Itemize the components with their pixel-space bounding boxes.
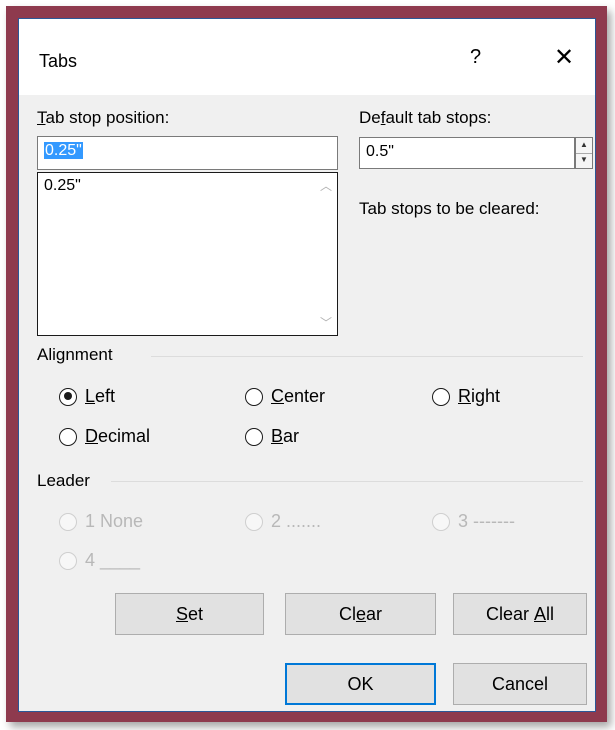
- scroll-up-icon[interactable]: ︿: [320, 177, 332, 194]
- scroll-down-icon[interactable]: ﹀: [320, 314, 332, 331]
- radio-checked-icon: [59, 387, 77, 406]
- tabs-dialog: Tabs ? ✕ Tab stop position: 0.25" 0.25" …: [18, 18, 596, 712]
- tab-stops-to-be-cleared-label: Tab stops to be cleared:: [359, 199, 540, 218]
- clear-all-button[interactable]: Clear All: [453, 593, 587, 635]
- alignment-right-radio[interactable]: Right: [432, 386, 500, 407]
- list-item[interactable]: 0.25": [44, 177, 81, 195]
- default-tab-stops-label: Default tab stops:: [359, 108, 492, 127]
- tab-stop-position-label: Tab stop position:: [37, 108, 170, 127]
- radio-icon: [59, 512, 77, 531]
- radio-icon: [245, 512, 263, 531]
- alignment-decimal-radio[interactable]: Decimal: [59, 426, 150, 447]
- dialog-title: Tabs: [39, 51, 78, 71]
- tab-stop-position-value: 0.25": [44, 142, 83, 159]
- radio-icon: [245, 387, 263, 406]
- spin-down-icon[interactable]: ▼: [576, 153, 592, 168]
- spin-up-icon[interactable]: ▲: [576, 138, 592, 154]
- alignment-divider: [151, 356, 583, 357]
- radio-icon: [59, 427, 77, 446]
- list-scrollbar[interactable]: ︿ ﹀: [315, 173, 337, 335]
- default-tab-stops-value: 0.5": [366, 143, 394, 160]
- alignment-left-radio[interactable]: Left: [59, 386, 115, 407]
- alignment-bar-radio[interactable]: Bar: [245, 426, 299, 447]
- alignment-heading: Alignment: [37, 345, 113, 364]
- tab-stop-position-input[interactable]: 0.25": [37, 136, 338, 170]
- tab-stop-list[interactable]: 0.25" ︿ ﹀: [37, 172, 338, 336]
- leader-none-radio: 1 None: [59, 511, 143, 532]
- help-button[interactable]: ?: [470, 46, 481, 69]
- leader-underline-radio: 4 ____: [59, 550, 140, 571]
- radio-icon: [432, 387, 450, 406]
- radio-icon: [432, 512, 450, 531]
- leader-divider: [111, 481, 583, 482]
- radio-icon: [245, 427, 263, 446]
- leader-heading: Leader: [37, 471, 90, 490]
- close-button[interactable]: ✕: [554, 43, 574, 72]
- cancel-button[interactable]: Cancel: [453, 663, 587, 705]
- radio-icon: [59, 551, 77, 570]
- leader-dots-radio: 2 .......: [245, 511, 321, 532]
- leader-dashes-radio: 3 -------: [432, 511, 515, 532]
- set-button[interactable]: Set: [115, 593, 264, 635]
- alignment-center-radio[interactable]: Center: [245, 386, 325, 407]
- title-bar: Tabs ? ✕: [19, 19, 595, 95]
- default-tab-stops-input[interactable]: 0.5": [359, 137, 575, 169]
- ok-button[interactable]: OK: [285, 663, 436, 705]
- default-tab-stops-spinner[interactable]: ▲ ▼: [575, 137, 593, 169]
- clear-button[interactable]: Cl e ar: [285, 593, 436, 635]
